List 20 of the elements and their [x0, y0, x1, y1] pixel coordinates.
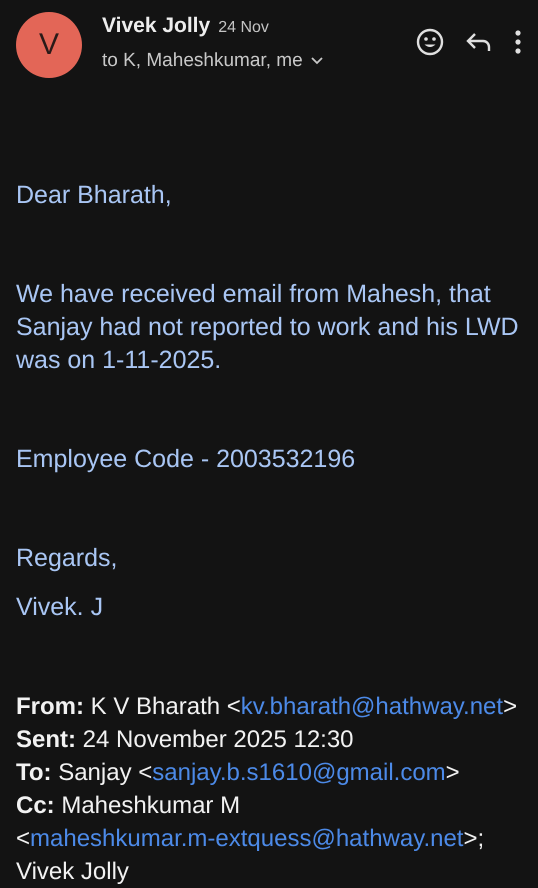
email-link[interactable]: sanjay.b.s1610@gmail.com: [152, 759, 446, 786]
body-paragraph: Dear Bharath,: [16, 180, 173, 211]
quoted-header-line: Sent: 24 November 2025 12:30: [16, 725, 355, 755]
reply-icon[interactable]: [466, 31, 492, 53]
body-paragraph: We have received email from Mahesh, that Sanjay had not reported to work and his LWD was on 1-11-2025.: [16, 279, 520, 376]
recipients: to K, Maheshkumar, me: [102, 50, 303, 72]
message-date: 24 Nov: [218, 19, 269, 37]
email-link[interactable]: kv.bharath@hathway.net: [240, 693, 504, 720]
email-link[interactable]: maheshkumar.m-extquess@hathway.net: [30, 825, 464, 852]
body-paragraph: Employee Code - 2003532196: [16, 444, 356, 475]
quoted-header-line: From: K V Bharath <kv.bharath@hathway.net>: [16, 692, 518, 722]
closing-text: Regards,: [16, 543, 118, 574]
quoted-header-line: Cc: Maheshkumar M <maheshkumar.m-extquess@hathway.net>; Vivek Jolly: [16, 791, 486, 887]
signature-name: Vivek. J: [16, 592, 104, 623]
quoted-header-line: To: Sanjay <sanjay.b.s1610@gmail.com>: [16, 758, 461, 788]
emoji-icon[interactable]: [416, 28, 444, 56]
chevron-down-icon[interactable]: [310, 57, 323, 65]
sender-name: Vivek Jolly: [102, 14, 210, 38]
more-icon[interactable]: [514, 30, 522, 54]
avatar: V: [16, 12, 82, 78]
